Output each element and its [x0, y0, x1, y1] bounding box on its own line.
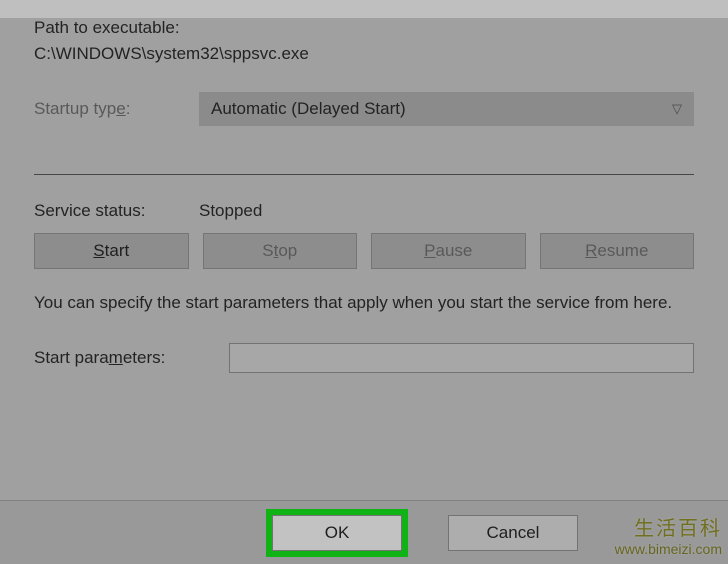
resume-button: Resume — [540, 233, 695, 269]
cancel-button[interactable]: Cancel — [448, 515, 578, 551]
path-value: C:\WINDOWS\system32\sppsvc.exe — [34, 44, 694, 64]
startup-type-label: Startup type: — [34, 99, 199, 119]
service-status-label: Service status: — [34, 201, 199, 221]
startup-type-value: Automatic (Delayed Start) — [211, 99, 406, 119]
chevron-down-icon: ▽ — [672, 101, 682, 117]
divider — [34, 174, 694, 175]
ok-highlight: OK — [266, 509, 408, 557]
pause-button: Pause — [371, 233, 526, 269]
help-text: You can specify the start parameters tha… — [34, 291, 694, 315]
dialog-button-bar: OK Cancel — [0, 500, 728, 564]
service-properties-dialog: Path to executable: C:\WINDOWS\system32\… — [0, 18, 728, 373]
stop-button: Stop — [203, 233, 358, 269]
ok-button[interactable]: OK — [272, 515, 402, 551]
startup-type-dropdown[interactable]: Automatic (Delayed Start) ▽ — [199, 92, 694, 126]
path-label: Path to executable: — [34, 18, 694, 38]
start-button[interactable]: Start — [34, 233, 189, 269]
start-parameters-label: Start parameters: — [34, 348, 229, 368]
start-parameters-input[interactable] — [229, 343, 694, 373]
service-status-value: Stopped — [199, 201, 262, 221]
